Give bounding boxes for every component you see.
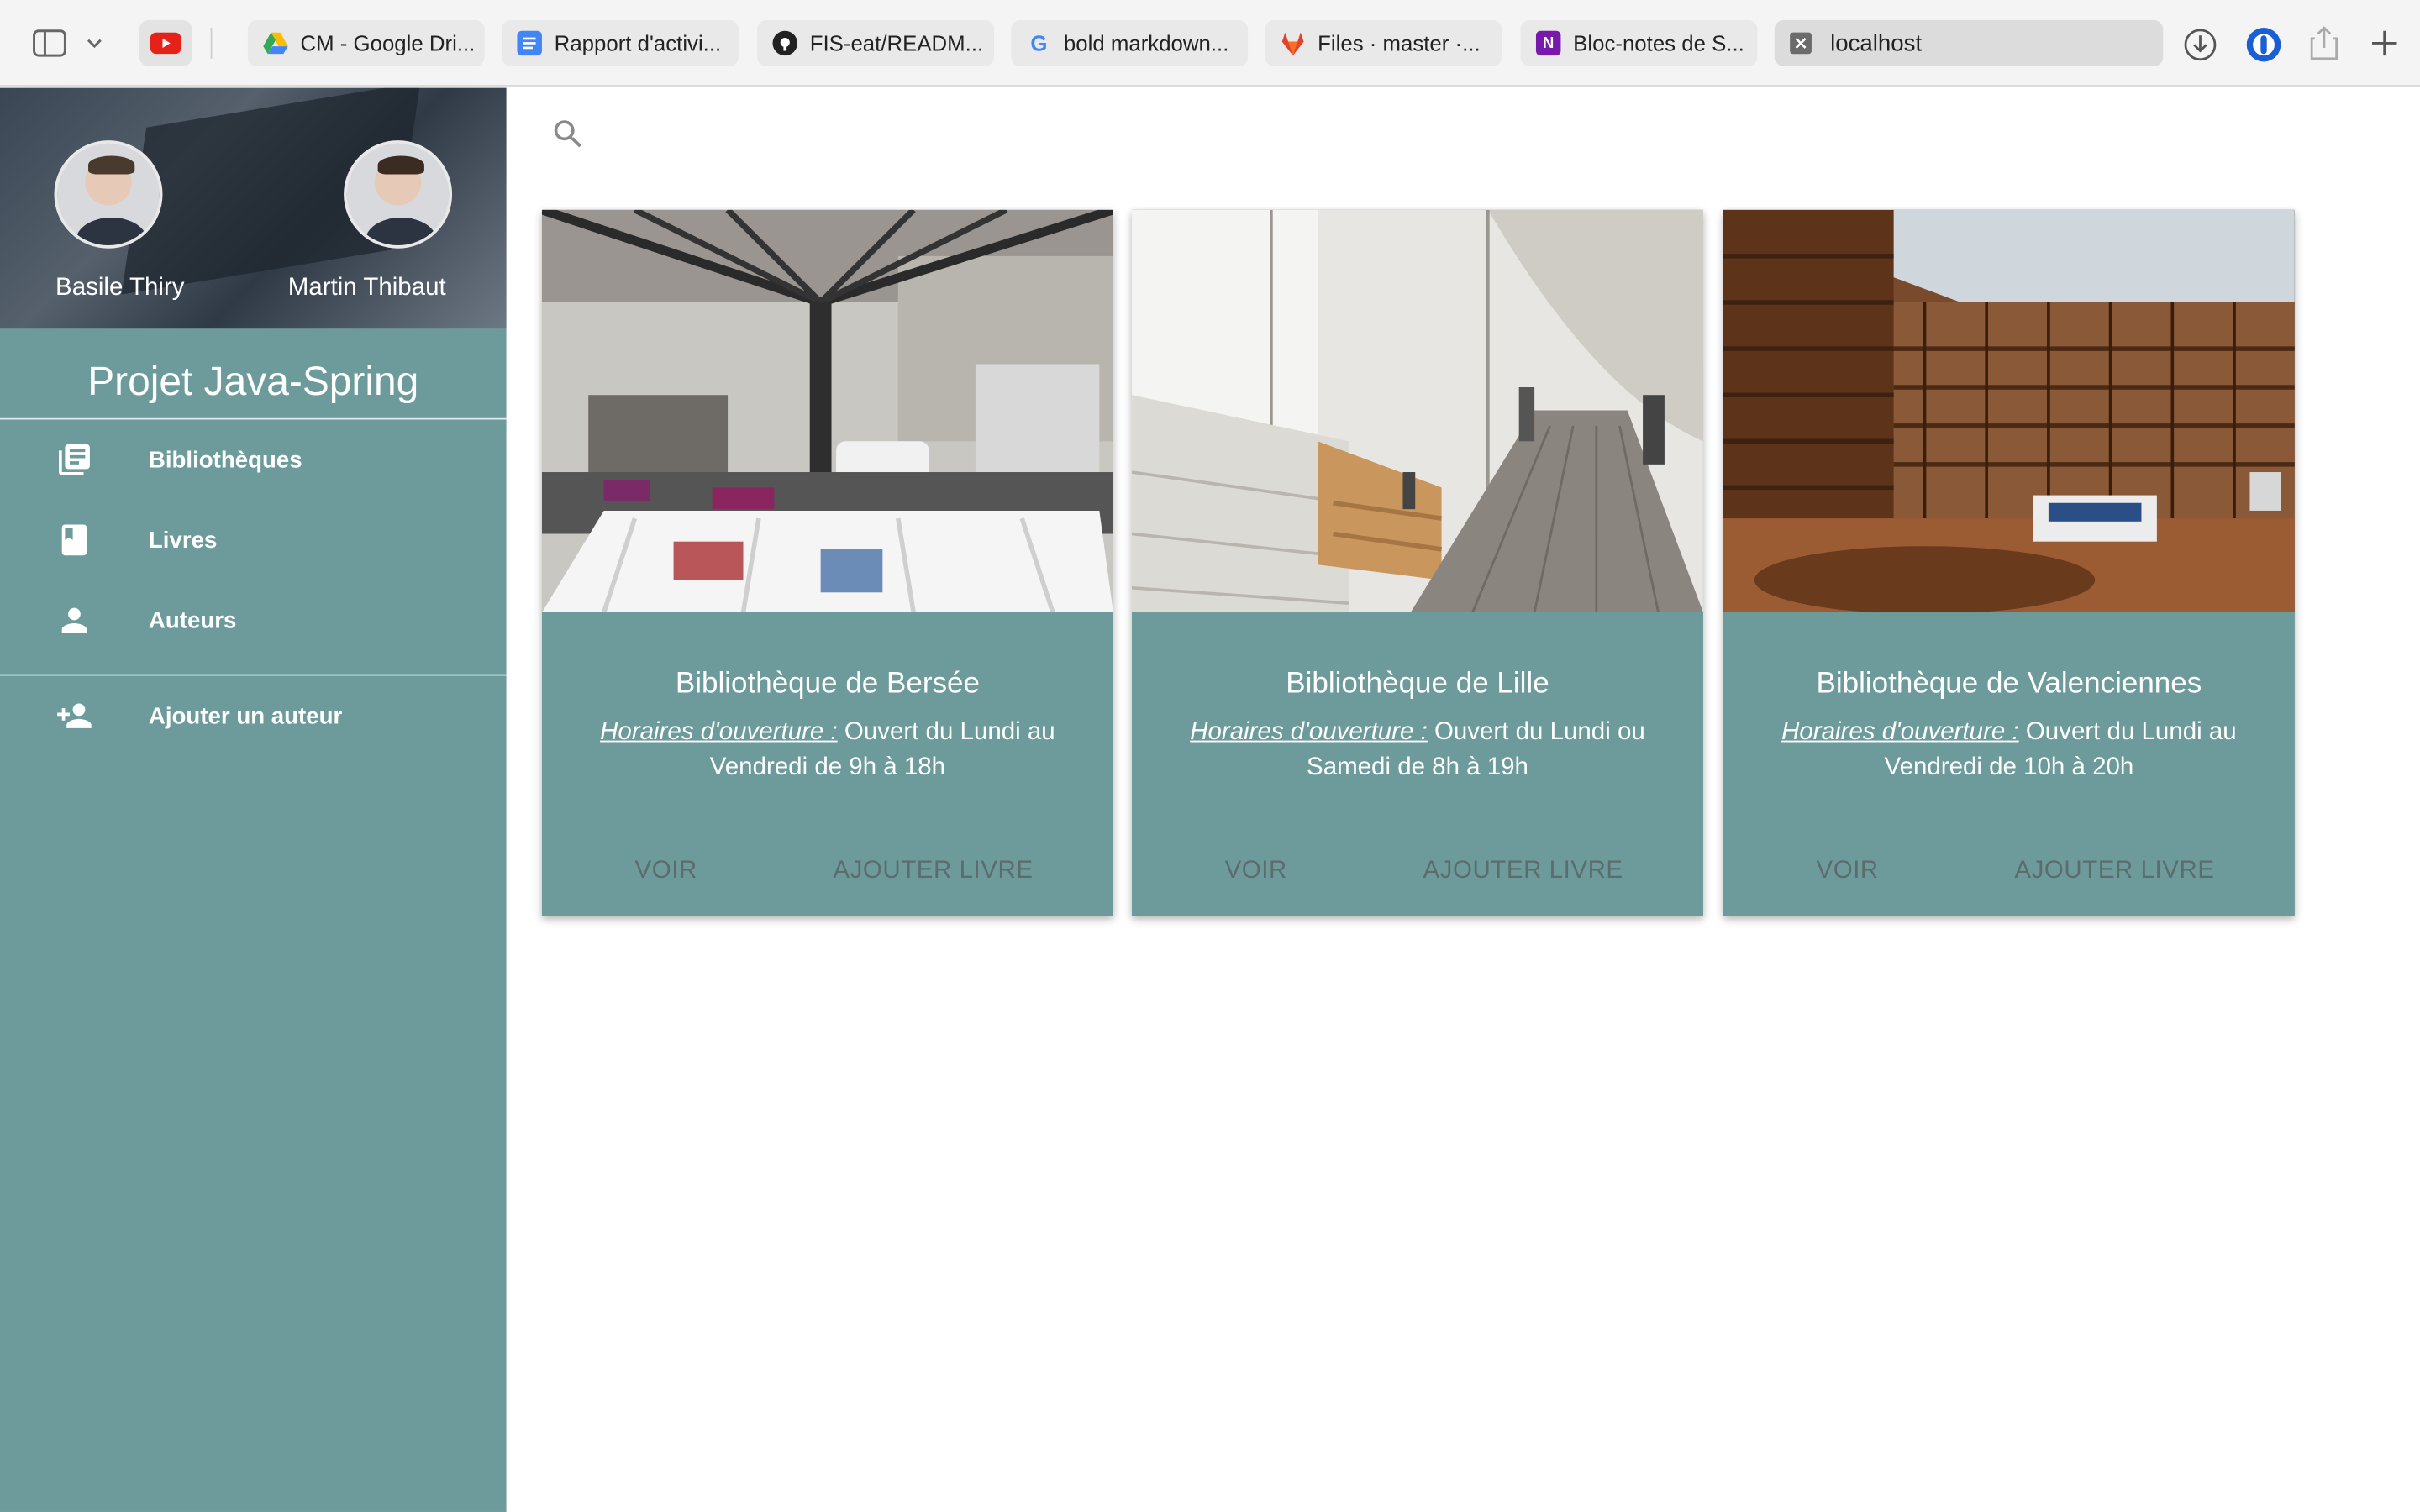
add-book-button[interactable]: AJOUTER LIVRE (1423, 858, 1623, 891)
app-root: CM - Google Dri... Rapport d'activi... F… (0, 0, 2420, 1512)
tab-google-drive[interactable]: CM - Google Dri... (247, 19, 485, 66)
avatar (344, 140, 453, 249)
tab-onenote[interactable]: N Bloc-notes de S... (1520, 19, 1758, 66)
book-icon (55, 522, 92, 559)
sidebar-item-auteurs[interactable]: Auteurs (0, 586, 507, 654)
sidebar-item-bibliotheques[interactable]: Bibliothèques (0, 426, 507, 494)
sidebar-toggle-icon[interactable] (31, 26, 68, 60)
google-icon: G (1030, 30, 1048, 56)
gitlab-icon (1281, 31, 1305, 55)
add-author-button[interactable]: Ajouter un auteur (0, 682, 507, 750)
new-tab-icon[interactable] (2366, 24, 2403, 61)
project-title: Projet Java-Spring (87, 358, 419, 405)
search-icon[interactable] (550, 116, 587, 153)
view-button[interactable]: VOIR (635, 858, 697, 891)
opening-hours-label: Horaires d'ouverture : (1190, 718, 1428, 746)
divider (0, 417, 507, 420)
library-card: Bibliothèque de Lille Horaires d'ouvertu… (1132, 209, 1703, 916)
share-icon[interactable] (2306, 24, 2343, 64)
youtube-pinned-tab[interactable] (139, 19, 192, 66)
tab-gitlab[interactable]: Files · master ·... (1265, 19, 1502, 66)
opening-hours: Horaires d'ouverture : Ouvert du Lundi a… (586, 714, 1071, 785)
tab-label: Files · master ·... (1318, 30, 1481, 56)
sidebar-item-livres[interactable]: Livres (0, 506, 507, 574)
youtube-icon (150, 32, 182, 55)
sidebar-item-label: Auteurs (148, 606, 237, 633)
view-button[interactable]: VOIR (1225, 858, 1287, 891)
library-books-icon (55, 441, 92, 478)
sidebar: Basile Thiry Martin Thibaut Projet Java-… (0, 87, 507, 1512)
sidebar-item-label: Bibliothèques (148, 446, 302, 473)
tab-google-docs[interactable]: Rapport d'activi... (502, 19, 739, 66)
google-docs-icon (517, 30, 542, 56)
opening-hours: Horaires d'ouverture : Ouvert du Lundi a… (1767, 714, 2252, 785)
opening-hours-label: Horaires d'ouverture : (600, 718, 838, 746)
library-title: Bibliothèque de Lille (1286, 668, 1549, 701)
person-add-icon (53, 697, 97, 734)
tab-label: CM - Google Dri... (300, 30, 476, 56)
add-book-button[interactable]: AJOUTER LIVRE (833, 858, 1033, 891)
library-photo (541, 209, 1113, 613)
google-drive-icon (263, 31, 288, 55)
tab-divider (210, 28, 213, 59)
person-icon (55, 601, 92, 638)
tab-label: Rapport d'activi... (554, 30, 722, 56)
tab-label: Bloc-notes de S... (1573, 30, 1744, 56)
library-card: Bibliothèque de Valenciennes Horaires d'… (1723, 209, 2295, 916)
browser-tab-bar: CM - Google Dri... Rapport d'activi... F… (0, 0, 2420, 87)
member-name: Basile Thiry (55, 274, 185, 302)
close-icon[interactable] (1790, 32, 1812, 55)
sidebar-header: Basile Thiry Martin Thibaut (0, 87, 507, 329)
library-title: Bibliothèque de Bersée (675, 668, 980, 701)
onenote-icon: N (1535, 30, 1561, 56)
github-icon (772, 30, 797, 56)
tab-localhost[interactable]: localhost (1774, 19, 2164, 66)
view-button[interactable]: VOIR (1816, 858, 1878, 891)
member-name: Martin Thibaut (287, 274, 446, 302)
sidebar-item-label: Ajouter un auteur (148, 702, 343, 729)
download-icon[interactable] (2181, 26, 2218, 63)
library-card: Bibliothèque de Bersée Horaires d'ouvert… (541, 209, 1113, 916)
tab-label: localhost (1830, 29, 1923, 57)
tab-google-search[interactable]: G bold markdown... (1011, 19, 1249, 66)
tab-label: FIS-eat/READM... (809, 30, 984, 56)
sidebar-item-label: Livres (148, 527, 218, 554)
opening-hours-label: Horaires d'ouverture : (1781, 718, 2019, 746)
add-book-button[interactable]: AJOUTER LIVRE (2014, 858, 2214, 891)
divider (0, 674, 507, 676)
password-manager-extension-icon[interactable] (2244, 24, 2284, 65)
opening-hours: Horaires d'ouverture : Ouvert du Lundi o… (1176, 714, 1660, 785)
tab-label: bold markdown... (1063, 30, 1229, 56)
library-title: Bibliothèque de Valenciennes (1816, 668, 2202, 701)
avatar (54, 140, 163, 249)
library-photo (1132, 209, 1703, 613)
tab-github[interactable]: FIS-eat/READM... (757, 19, 995, 66)
library-photo (1723, 209, 2295, 613)
chevron-down-icon[interactable] (84, 33, 106, 55)
